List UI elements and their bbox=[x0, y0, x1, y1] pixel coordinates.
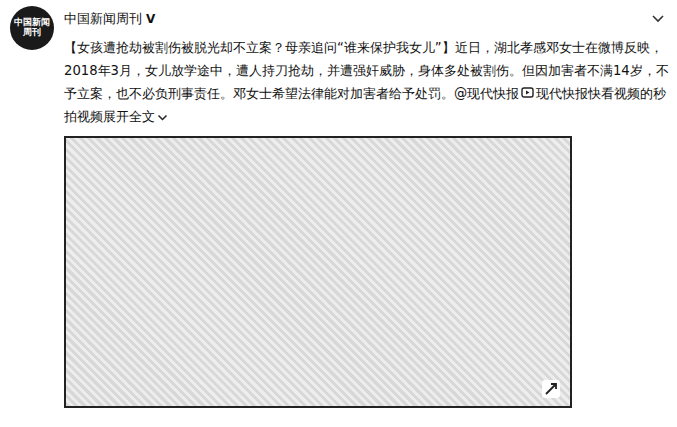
post-text: 【女孩遭抢劫被割伤被脱光却不立案？母亲追问“谁来保护我女儿”】近日，湖北孝感邓女… bbox=[64, 36, 669, 128]
post-main: 中国新闻周刊 V 【女孩遭抢劫被割伤被脱光却不立案？母亲追问“谁来保护我女儿”】近日… bbox=[64, 6, 669, 427]
fullscreen-icon[interactable] bbox=[542, 380, 560, 398]
expand-link[interactable]: 展开全文 bbox=[103, 109, 155, 124]
video-link-icon bbox=[521, 86, 534, 99]
video-frame[interactable] bbox=[64, 136, 572, 408]
menu-chevron-icon[interactable] bbox=[651, 14, 665, 24]
author-avatar[interactable]: 中国新闻周刊 bbox=[10, 6, 54, 50]
avatar-text: 中国新闻周刊 bbox=[13, 18, 51, 38]
weibo-post: 中国新闻周刊中国新闻周刊 V 【女孩遭抢劫被割伤被脱光却不立案？母亲追问“谁来保护我… bbox=[0, 0, 677, 427]
post-header: 中国新闻周刊 V bbox=[64, 6, 669, 30]
mention-link[interactable]: @现代快报 bbox=[454, 86, 519, 101]
author-name[interactable]: 中国新闻周刊 bbox=[64, 10, 142, 28]
verified-badge: V bbox=[146, 12, 155, 26]
expand-chevron-icon[interactable] bbox=[157, 114, 168, 122]
